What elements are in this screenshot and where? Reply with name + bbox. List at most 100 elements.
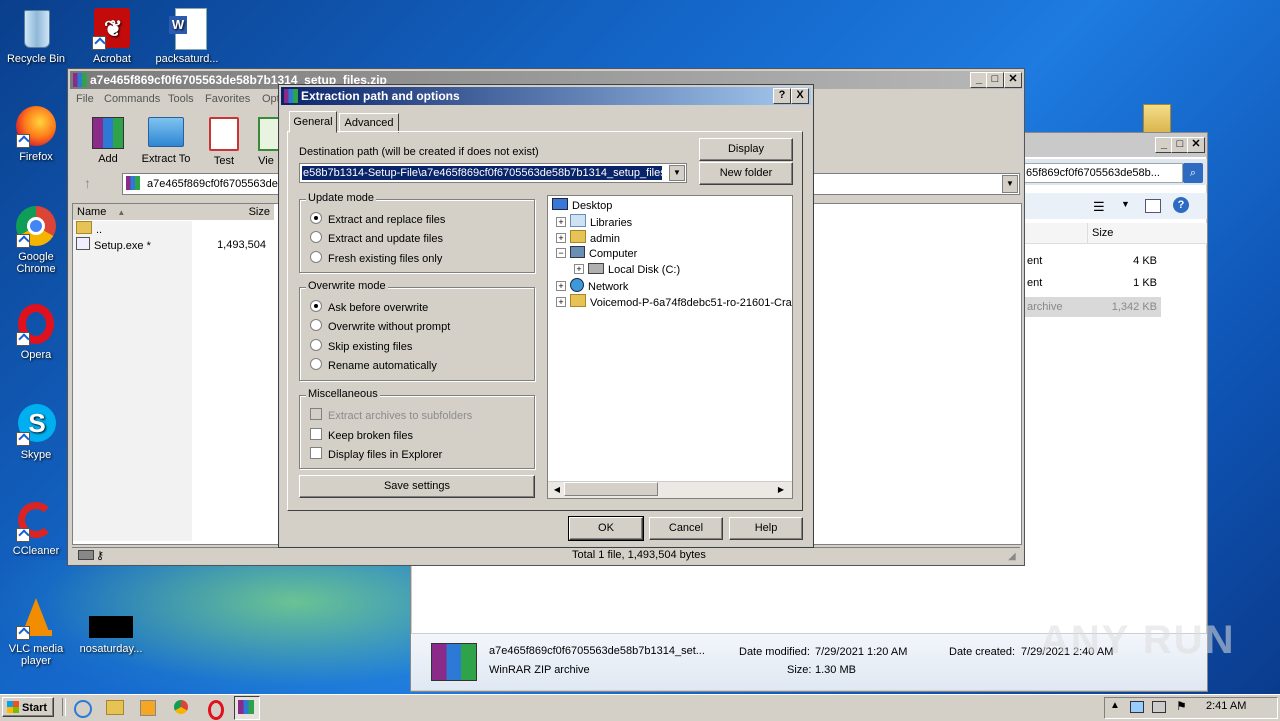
dialog-title: Extraction path and options — [281, 87, 811, 105]
scroll-left-icon[interactable]: ◀ — [550, 483, 564, 497]
sort-arrow-icon: ▲ — [117, 208, 126, 217]
winrar-taskbar-icon[interactable] — [234, 696, 260, 720]
ok-button[interactable]: OK — [568, 516, 644, 541]
computer-icon — [570, 246, 585, 258]
firefox-desktop-icon[interactable]: Firefox — [1, 104, 71, 163]
media-player-taskbar-icon[interactable] — [136, 696, 160, 718]
new-folder-button[interactable]: New folder — [699, 162, 793, 185]
address-dropdown-button[interactable]: ▼ — [1002, 175, 1018, 193]
checkbox-display-in-explorer[interactable]: Display files in Explorer — [310, 447, 442, 463]
archive-small-icon — [126, 176, 140, 190]
view-button[interactable]: Vie — [254, 117, 278, 167]
vlc-desktop-icon[interactable]: VLC media player — [1, 596, 71, 667]
radio-extract-replace[interactable]: Extract and replace files — [310, 212, 445, 228]
folder-tree[interactable]: Desktop + Libraries + admin − Computer + Loc… — [547, 195, 793, 499]
folder-up-icon — [76, 221, 92, 234]
column-name-header[interactable]: Name ▲ — [73, 204, 196, 220]
start-button[interactable]: Start — [2, 697, 54, 717]
tree-item-desktop[interactable]: Desktop — [552, 198, 612, 214]
tray-flag-icon[interactable]: ⚑ — [1176, 699, 1187, 713]
view-options-icon[interactable]: ☰ — [1093, 199, 1105, 215]
chrome-icon — [14, 204, 58, 248]
details-filetype: WinRAR ZIP archive — [489, 664, 590, 676]
clock[interactable]: 2:41 AM — [1206, 700, 1246, 712]
desktop-icon-label: VLC media player — [8, 643, 64, 667]
close-icon[interactable]: ✕ — [1004, 72, 1022, 88]
destination-path-input[interactable]: e58b7b1314-Setup-File\a7e465f869cf0f6705… — [299, 163, 687, 183]
preview-pane-icon[interactable] — [1145, 199, 1161, 213]
scroll-right-icon[interactable]: ▶ — [774, 483, 788, 497]
tray-monitor-icon[interactable] — [1130, 701, 1144, 713]
checkbox-keep-broken-files[interactable]: Keep broken files — [310, 428, 413, 444]
chevron-down-icon[interactable]: ▼ — [1121, 199, 1130, 209]
chrome-desktop-icon[interactable]: Google Chrome — [1, 204, 71, 275]
ie-taskbar-icon[interactable] — [70, 696, 94, 718]
tree-item-local-disk[interactable]: + Local Disk (C:) — [574, 262, 680, 278]
radio-skip-existing[interactable]: Skip existing files — [310, 339, 412, 355]
close-title-button[interactable]: X — [791, 88, 809, 104]
radio-overwrite-without-prompt[interactable]: Overwrite without prompt — [310, 319, 450, 335]
resize-grip-icon[interactable]: ◢ — [1008, 551, 1016, 562]
recycle-bin-desktop-icon[interactable]: Recycle Bin — [1, 6, 71, 65]
close-icon[interactable]: ✕ — [1187, 137, 1205, 153]
display-button[interactable]: Display — [699, 138, 793, 161]
tree-item-computer[interactable]: − Computer — [556, 246, 637, 262]
save-settings-button[interactable]: Save settings — [299, 475, 535, 498]
extraction-dialog[interactable]: Extraction path and options ? X General … — [278, 84, 814, 548]
search-icon[interactable]: ⌕ — [1183, 163, 1203, 183]
radio-fresh-existing[interactable]: Fresh existing files only — [310, 251, 442, 267]
menu-tools[interactable]: Tools — [168, 93, 194, 105]
tree-item-voicemod[interactable]: + Voicemod-P-6a74f8debc51-ro-21601-Crac — [556, 294, 792, 310]
tree-item-network[interactable]: + Network — [556, 278, 628, 294]
opera-taskbar-icon[interactable] — [204, 696, 228, 720]
scroll-thumb[interactable] — [564, 482, 658, 496]
radio-ask-before-overwrite[interactable]: Ask before overwrite — [310, 300, 428, 316]
cancel-button[interactable]: Cancel — [649, 517, 723, 540]
search-input[interactable]: 65f869cf0f6705563de58b... — [1023, 163, 1183, 183]
skype-desktop-icon[interactable]: S Skype — [1, 402, 71, 461]
radio-extract-update[interactable]: Extract and update files — [310, 231, 443, 247]
destination-dropdown-button[interactable]: ▼ — [669, 165, 685, 181]
radio-icon — [310, 231, 322, 243]
menu-commands[interactable]: Commands — [104, 93, 160, 105]
word-document-desktop-icon[interactable]: W packsaturd... — [152, 6, 222, 65]
option-label: Ask before overwrite — [328, 302, 429, 314]
add-button[interactable]: Add — [88, 117, 128, 167]
checkbox-extract-to-subfolders[interactable]: Extract archives to subfolders — [310, 408, 472, 424]
help-title-button[interactable]: ? — [773, 88, 791, 104]
option-label: Extract and update files — [328, 233, 443, 245]
tray-expand-icon[interactable]: ▲ — [1110, 700, 1120, 711]
drive-icon — [78, 550, 94, 560]
tree-item-admin[interactable]: + admin — [556, 230, 620, 246]
explorer-taskbar-icon[interactable] — [102, 696, 126, 718]
help-icon[interactable]: ? — [1173, 197, 1189, 213]
column-size-header[interactable]: Size — [192, 204, 274, 220]
option-label: Overwrite without prompt — [328, 321, 451, 333]
ccleaner-desktop-icon[interactable]: CCleaner — [1, 498, 71, 557]
desktop-icon — [552, 198, 568, 210]
menu-file[interactable]: File — [76, 93, 94, 105]
tree-label: Network — [588, 281, 629, 293]
expand-icon: + — [556, 281, 566, 291]
nosaturday-desktop-icon[interactable]: nosaturday... — [76, 606, 146, 655]
tab-general[interactable]: General — [289, 111, 337, 133]
chrome-taskbar-icon[interactable] — [170, 696, 194, 718]
list-item[interactable]: Setup.exe * 1,493,504 — [76, 237, 272, 253]
radio-rename-automatically[interactable]: Rename automatically — [310, 358, 437, 374]
tree-item-libraries[interactable]: + Libraries — [556, 214, 632, 230]
extract-to-button[interactable]: Extract To — [136, 117, 196, 167]
list-item[interactable]: .. — [76, 221, 102, 237]
menu-favorites[interactable]: Favorites — [205, 93, 250, 105]
opera-desktop-icon[interactable]: Opera — [1, 302, 71, 361]
desktop-icon-label: packsaturd... — [155, 53, 219, 65]
tray-network-icon[interactable] — [1152, 701, 1166, 713]
test-button[interactable]: Test — [204, 117, 244, 167]
up-arrow-icon[interactable]: ↑ — [84, 175, 91, 191]
option-label: Rename automatically — [328, 360, 437, 372]
help-button[interactable]: Help — [729, 517, 803, 540]
column-size-header[interactable]: Size — [1087, 223, 1168, 243]
acrobat-desktop-icon[interactable]: ❦ Acrobat — [77, 6, 147, 65]
tab-advanced[interactable]: Advanced — [339, 113, 399, 133]
option-label: Extract and replace files — [328, 214, 446, 226]
maximize-icon[interactable]: □ — [986, 72, 1004, 88]
